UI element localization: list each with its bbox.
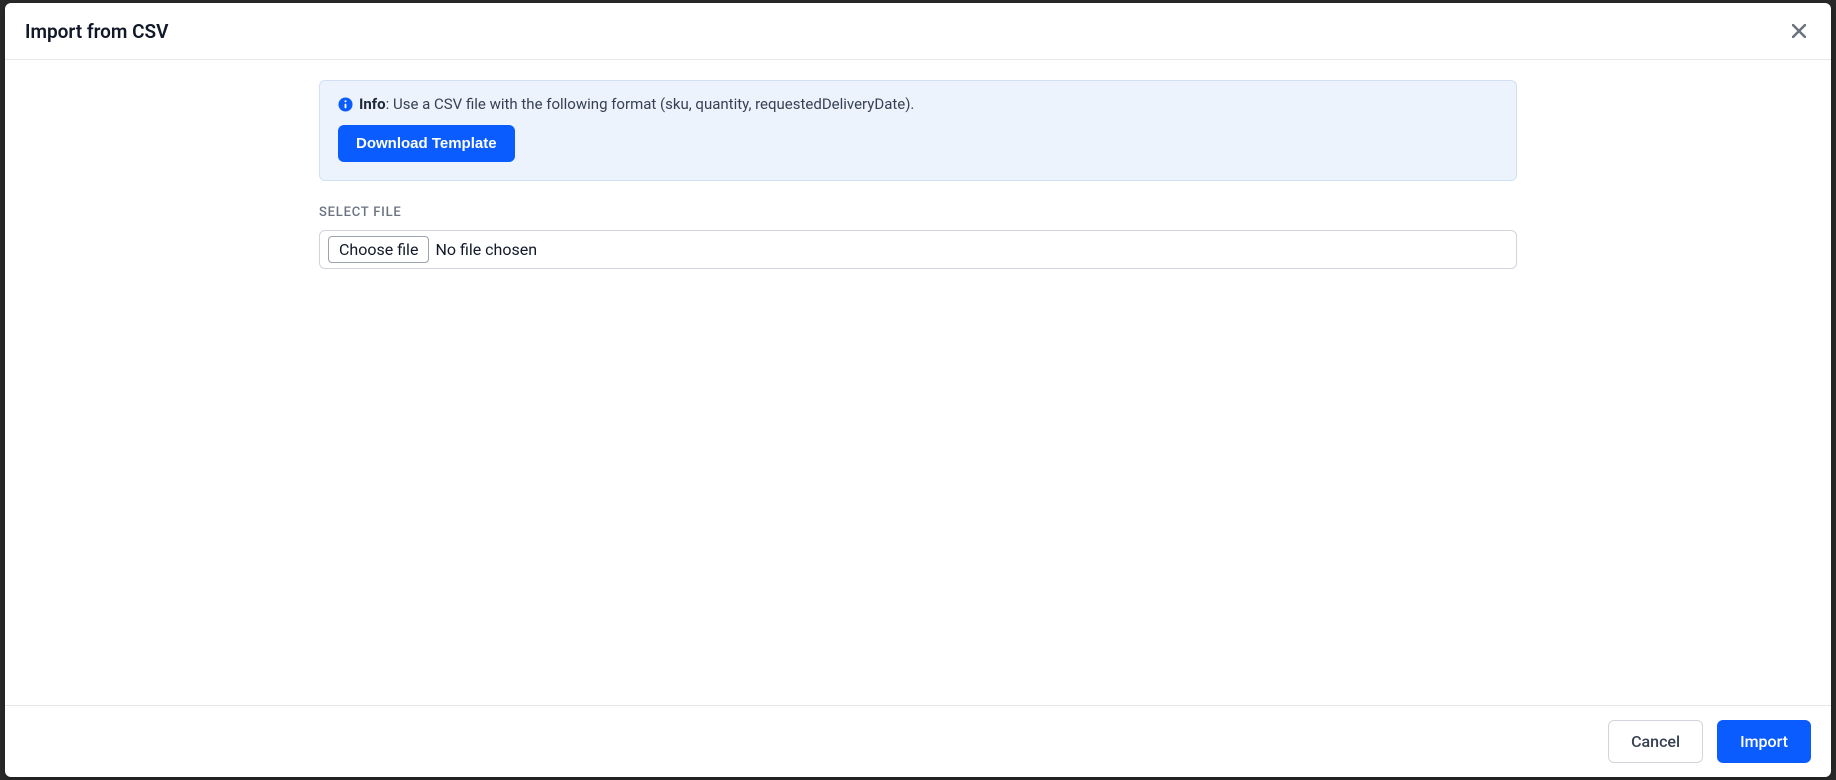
modal-body: Info: Use a CSV file with the following … [5, 60, 1831, 705]
modal-footer: Cancel Import [5, 705, 1831, 777]
download-template-button[interactable]: Download Template [338, 125, 515, 162]
import-button[interactable]: Import [1717, 720, 1811, 763]
modal-header: Import from CSV [5, 3, 1831, 60]
info-text: Info: Use a CSV file with the following … [359, 95, 914, 113]
modal-title: Import from CSV [25, 20, 168, 43]
info-icon [338, 97, 353, 112]
select-file-label: Select File [319, 205, 1517, 220]
import-csv-modal: Import from CSV Info: Use a CSV file wit… [5, 3, 1831, 777]
file-status-text: No file chosen [435, 240, 537, 259]
info-label: Info [359, 95, 386, 113]
info-message: : Use a CSV file with the following form… [386, 95, 915, 113]
info-text-row: Info: Use a CSV file with the following … [338, 95, 1498, 113]
cancel-button[interactable]: Cancel [1608, 720, 1703, 763]
close-button[interactable] [1787, 19, 1811, 43]
close-icon [1792, 24, 1806, 38]
info-panel: Info: Use a CSV file with the following … [319, 80, 1517, 181]
file-input-wrapper[interactable]: Choose file No file chosen [319, 230, 1517, 269]
choose-file-button[interactable]: Choose file [328, 236, 429, 263]
